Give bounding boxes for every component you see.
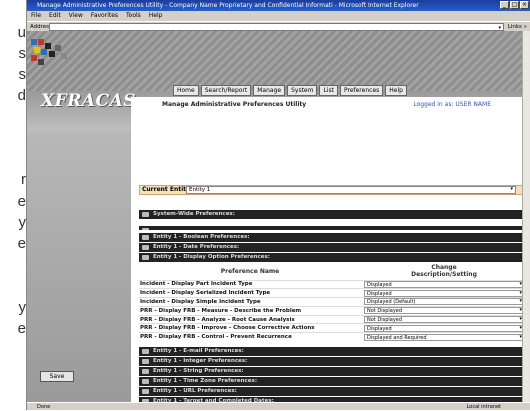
text-fragment: e (17, 193, 26, 210)
nav-home[interactable]: Home (173, 85, 199, 96)
text-fragment: s (18, 66, 27, 83)
preference-name: Incident - Display Serialized Incident T… (139, 288, 361, 298)
xfracas-logo: XFRACAS (41, 91, 137, 111)
close-button[interactable]: × (520, 1, 529, 9)
setting-cell: Displayed (361, 279, 527, 289)
setting-select[interactable]: Displayed (Default) (364, 298, 524, 306)
setting-cell: Displayed (361, 288, 527, 298)
nav-preferences[interactable]: Preferences (339, 85, 384, 96)
section-time-zone[interactable]: Entity 1 - Time Zone Preferences: (139, 377, 527, 386)
table-row: PRR - Display FRB - Control - Prevent Re… (139, 332, 527, 342)
nav-help[interactable]: Help (385, 85, 407, 96)
setting-select[interactable]: Displayed and Required (364, 333, 524, 341)
setting-select[interactable]: Displayed (364, 289, 524, 297)
preference-name: Incident - Display Simple Incident Type (139, 297, 361, 307)
nav-search-report[interactable]: Search/Report (200, 85, 252, 96)
title-bar: Manage Administrative Preferences Utilit… (27, 0, 530, 11)
browser-window: Manage Administrative Preferences Utilit… (26, 0, 530, 410)
table-row: Incident - Display Part Incident Type Dis… (139, 279, 527, 289)
window-title: Manage Administrative Preferences Utilit… (37, 2, 419, 9)
section-email[interactable]: Entity 1 - E-mail Preferences: (139, 347, 527, 356)
table-row: PRR - Display FRB - Analyze - Root Cause… (139, 314, 527, 324)
table-row: Incident - Display Serialized Incident T… (139, 288, 527, 298)
section-url[interactable]: Entity 1 - URL Preferences: (139, 387, 527, 396)
logged-in-status: Logged in as: USER NAME (413, 101, 491, 108)
section-integer[interactable]: Entity 1 - Integer Preferences: (139, 357, 527, 366)
current-entity-label: Current Entity: (142, 186, 193, 193)
nav-list[interactable]: List (319, 85, 338, 96)
current-entity-row: Current Entity: Entity 1 ▾ (139, 185, 527, 195)
status-text: Done (37, 404, 51, 410)
menu-file[interactable]: File (31, 11, 41, 21)
main-content: Manage Administrative Preferences Utilit… (131, 97, 530, 402)
text-fragment: e (17, 235, 26, 252)
text-fragment: y (18, 299, 27, 316)
preference-name: PRR - Display FRB - Control - Prevent Re… (139, 332, 361, 342)
address-input[interactable]: ▾ (49, 23, 504, 31)
nav-manage[interactable]: Manage (253, 85, 286, 96)
section-display-option[interactable]: Entity 1 - Display Option Preferences: (139, 253, 527, 262)
col-preference-name: Preference Name (139, 263, 361, 280)
table-row: PRR - Display FRB - Measure - Describe t… (139, 305, 527, 316)
maximize-button[interactable]: □ (510, 1, 519, 9)
section-divider (139, 226, 527, 230)
text-fragment: e (17, 320, 26, 337)
text-fragment: d (17, 87, 26, 104)
setting-select[interactable]: Not Displayed (364, 316, 524, 324)
table-row: PRR - Display FRB - Improve - Choose Cor… (139, 323, 527, 333)
section-date[interactable]: Entity 1 - Date Preferences: (139, 243, 527, 252)
text-fragment: r (21, 171, 26, 188)
menu-tools[interactable]: Tools (126, 11, 141, 21)
nav-system[interactable]: System (287, 85, 318, 96)
minimize-button[interactable]: _ (500, 1, 509, 9)
vertical-scrollbar[interactable] (522, 31, 530, 402)
save-button[interactable]: Save (40, 371, 74, 382)
section-system-wide[interactable]: System-Wide Preferences: (139, 210, 527, 219)
table-header: Preference Name Change Description/Settin… (139, 263, 527, 280)
setting-select[interactable]: Not Displayed (364, 307, 524, 315)
section-string[interactable]: Entity 1 - String Preferences: (139, 367, 527, 376)
menu-favorites[interactable]: Favorites (91, 11, 118, 21)
preferences-table: Preference Name Change Description/Settin… (139, 263, 527, 342)
address-bar: Address ▾ Links » (27, 21, 530, 31)
window-controls: _ □ × (500, 1, 529, 9)
preference-name: Incident - Display Part Incident Type (139, 279, 361, 289)
status-bar: Done Local intranet (27, 402, 530, 410)
header-banner (27, 31, 530, 91)
preference-name: PRR - Display FRB - Improve - Choose Cor… (139, 323, 361, 333)
section-boolean[interactable]: Entity 1 - Boolean Preferences: (139, 233, 527, 242)
setting-select[interactable]: Displayed (364, 324, 524, 332)
menu-bar: File Edit View Favorites Tools Help (27, 11, 530, 21)
menu-help[interactable]: Help (149, 11, 163, 21)
setting-cell: Not Displayed (361, 305, 527, 316)
preference-name: PRR - Display FRB - Measure - Describe t… (139, 305, 361, 316)
setting-select[interactable]: Displayed (364, 280, 524, 288)
text-fragment: s (18, 45, 27, 62)
text-fragment: u (17, 24, 26, 41)
current-entity-select[interactable]: Entity 1 ▾ (186, 186, 516, 194)
setting-cell: Not Displayed (361, 314, 527, 324)
col-description-label: Description/Setting (411, 271, 477, 279)
chevron-down-icon: ▾ (510, 186, 513, 192)
logo-mosaic-icon (31, 39, 77, 73)
menu-view[interactable]: View (69, 11, 83, 21)
setting-cell: Displayed (361, 323, 527, 333)
main-nav: Home Search/Report Manage System List Pr… (173, 85, 407, 96)
col-change-label: Change (431, 264, 457, 272)
text-fragment: y (18, 214, 27, 231)
col-change-setting: Change Description/Setting (361, 263, 527, 280)
web-page: XFRACAS Home Search/Report Manage System… (27, 31, 530, 402)
setting-cell: Displayed and Required (361, 332, 527, 342)
current-entity-value: Entity 1 (189, 187, 211, 193)
preference-name: PRR - Display FRB - Analyze - Root Cause… (139, 314, 361, 324)
setting-cell: Displayed (Default) (361, 297, 527, 307)
left-panel (27, 131, 131, 402)
page-title: Manage Administrative Preferences Utilit… (162, 101, 307, 108)
table-row: Incident - Display Simple Incident Type D… (139, 297, 527, 307)
menu-edit[interactable]: Edit (49, 11, 61, 21)
